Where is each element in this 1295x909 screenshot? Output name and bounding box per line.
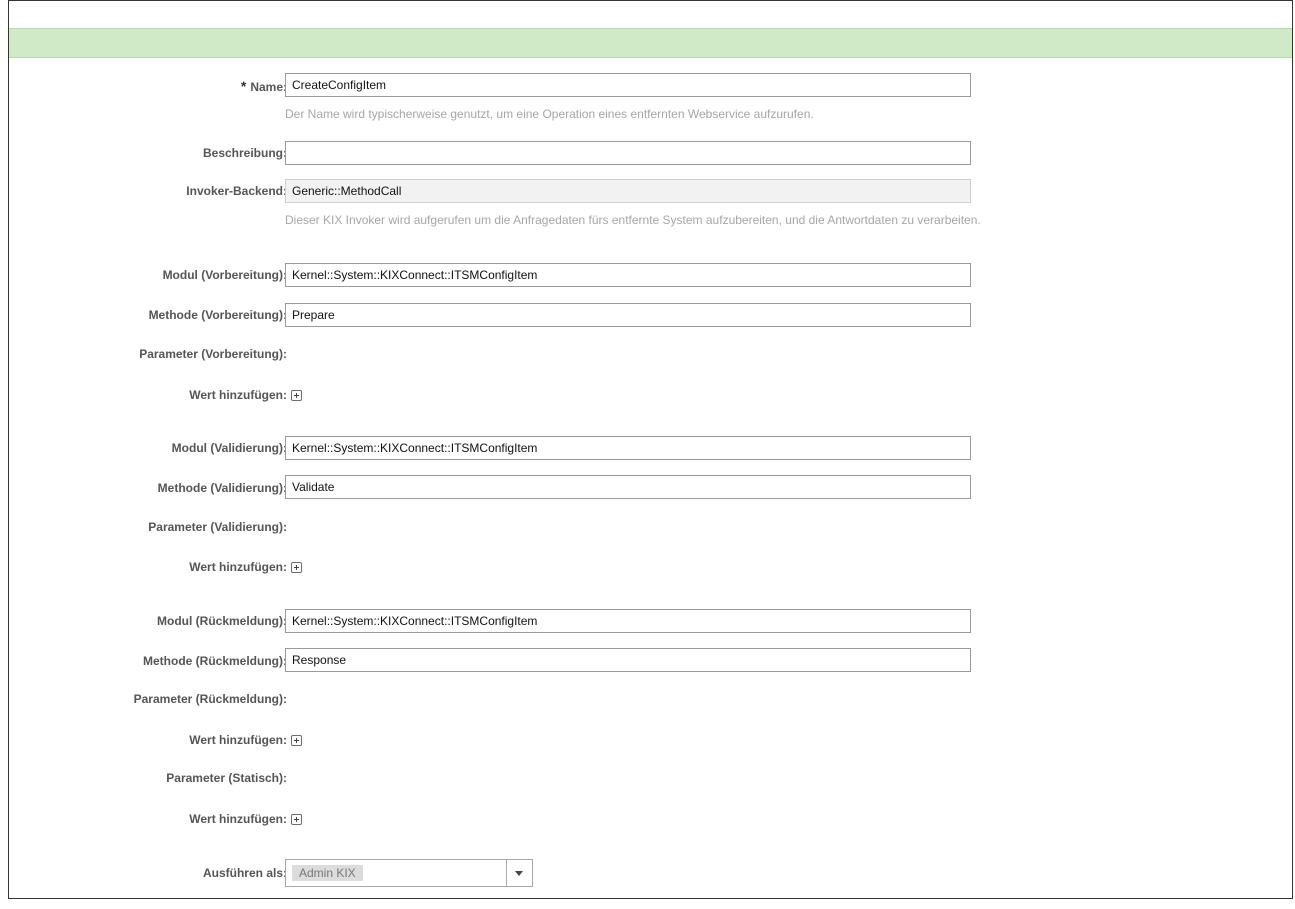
chevron-down-icon[interactable] bbox=[506, 860, 532, 886]
description-input[interactable] bbox=[285, 141, 971, 165]
response-params-label: Parameter (Rückmeldung): bbox=[133, 692, 287, 706]
run-as-select[interactable]: Admin KIX bbox=[285, 859, 533, 887]
response-add-value-icon[interactable] bbox=[291, 735, 302, 746]
validate-params-label: Parameter (Validierung): bbox=[148, 520, 287, 534]
static-add-value-icon[interactable] bbox=[291, 814, 302, 825]
prepare-add-value-label: Wert hinzufügen: bbox=[189, 388, 287, 402]
static-params-label: Parameter (Statisch): bbox=[166, 771, 287, 785]
section-header-bar bbox=[9, 28, 1292, 58]
invoker-backend-label: Invoker-Backend: bbox=[186, 184, 287, 198]
validate-module-input[interactable]: Kernel::System::KIXConnect::ITSMConfigIt… bbox=[285, 436, 971, 460]
name-label: * Name: bbox=[240, 78, 287, 94]
response-module-label: Modul (Rückmeldung): bbox=[157, 614, 287, 628]
response-module-input[interactable]: Kernel::System::KIXConnect::ITSMConfigIt… bbox=[285, 609, 971, 633]
run-as-selected-tag: Admin KIX bbox=[292, 865, 363, 881]
prepare-add-value-icon[interactable] bbox=[291, 390, 302, 401]
invoker-backend-field: Generic::MethodCall bbox=[285, 179, 971, 203]
name-input[interactable]: CreateConfigItem bbox=[285, 73, 971, 97]
prepare-params-label: Parameter (Vorbereitung): bbox=[139, 347, 287, 361]
static-add-value-label: Wert hinzufügen: bbox=[189, 812, 287, 826]
validate-add-value-label: Wert hinzufügen: bbox=[189, 560, 287, 574]
validate-add-value-icon[interactable] bbox=[291, 562, 302, 573]
run-as-label: Ausführen als: bbox=[202, 866, 287, 880]
required-marker: * bbox=[240, 78, 247, 94]
response-method-input[interactable]: Response bbox=[285, 648, 971, 672]
prepare-method-input[interactable]: Prepare bbox=[285, 303, 971, 327]
validate-method-label: Methode (Validierung): bbox=[157, 481, 287, 495]
prepare-method-label: Methode (Vorbereitung): bbox=[148, 308, 287, 322]
invoker-backend-hint: Dieser KIX Invoker wird aufgerufen um di… bbox=[285, 213, 981, 227]
response-add-value-label: Wert hinzufügen: bbox=[189, 733, 287, 747]
prepare-module-input[interactable]: Kernel::System::KIXConnect::ITSMConfigIt… bbox=[285, 263, 971, 287]
validate-method-input[interactable]: Validate bbox=[285, 475, 971, 499]
name-hint: Der Name wird typischerweise genutzt, um… bbox=[285, 107, 814, 121]
validate-module-label: Modul (Validierung): bbox=[171, 441, 287, 455]
prepare-module-label: Modul (Vorbereitung): bbox=[162, 268, 287, 282]
description-label: Beschreibung: bbox=[202, 146, 287, 160]
response-method-label: Methode (Rückmeldung): bbox=[143, 654, 287, 668]
